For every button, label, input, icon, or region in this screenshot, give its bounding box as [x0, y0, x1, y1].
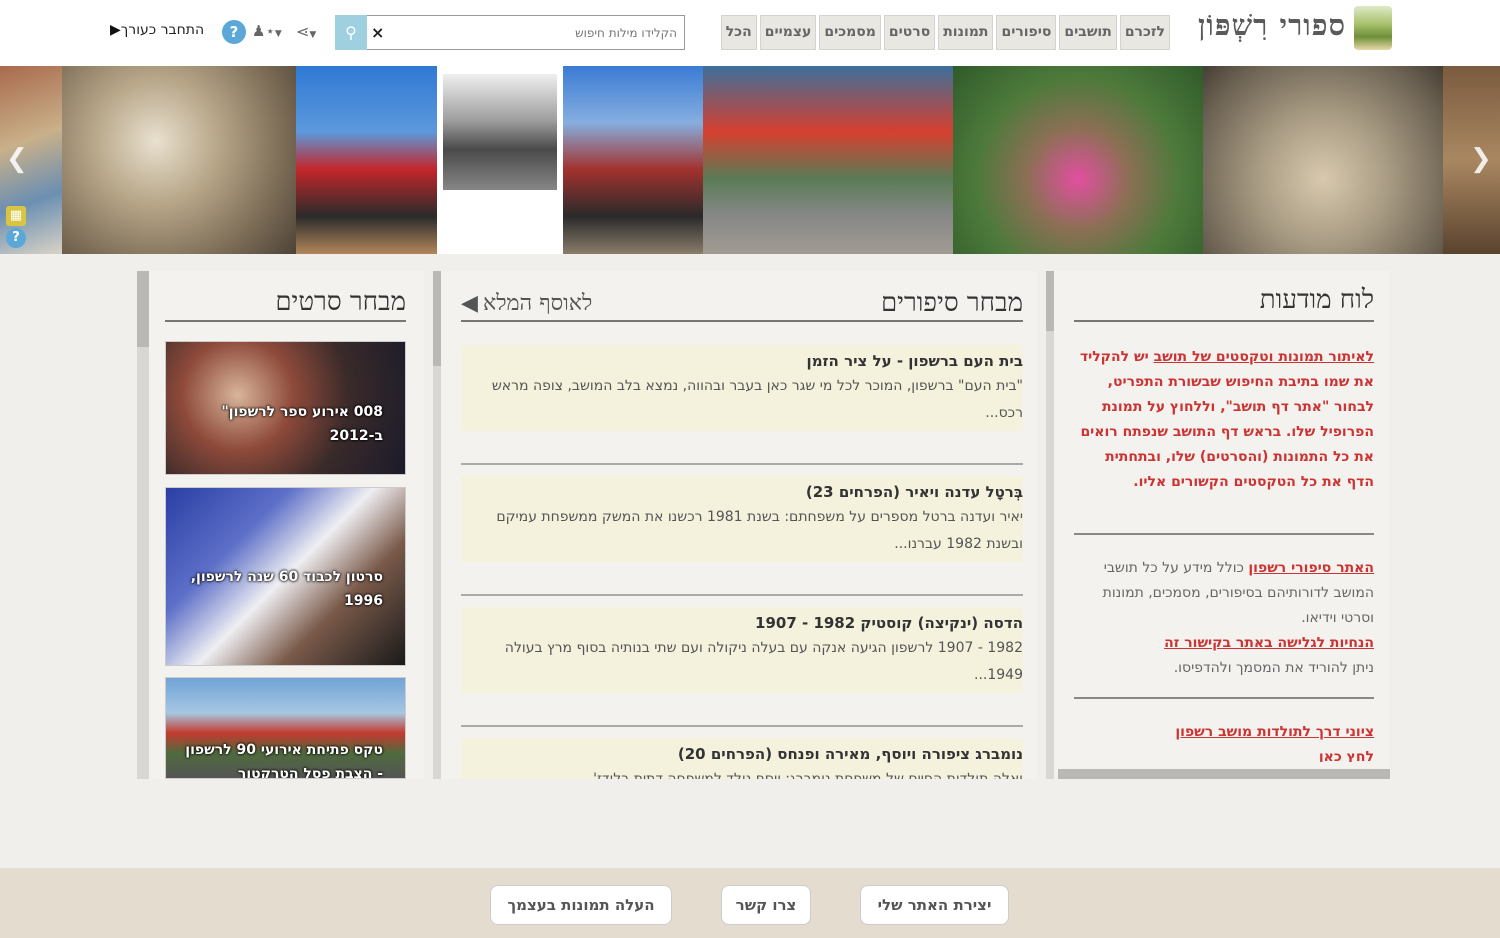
film-item[interactable]: 008 אירוע ספר לרשפון" ב-2012 — [165, 341, 406, 475]
site-title[interactable]: ספורי רִשְׁפּוֹן — [1198, 8, 1346, 43]
stories-archive-label: לאוסף המלא — [483, 291, 593, 316]
footer: יצירת האתר שלי צרו קשר העלה תמונות בעצמך — [0, 868, 1500, 938]
main-nav: לזכרם תושבים סיפורים תמונות סרטים מסמכים… — [720, 15, 1170, 50]
notice-board-hscrollbar[interactable] — [1058, 769, 1390, 779]
notice-text-guide: ניתן להוריד את המסמך ולהדפיסו. — [1173, 660, 1374, 676]
film-caption-line2: 1996 — [344, 593, 383, 609]
arrow-left-icon: ◀ — [461, 291, 478, 316]
nav-item-memorial[interactable]: לזכרם — [1119, 15, 1170, 50]
film-caption-line2: ב-2012 — [329, 428, 383, 444]
story-excerpt: "בית העם" ברשפון, המוכר לכל מי שגר כאן ב… — [491, 378, 1023, 421]
story-separator — [461, 594, 1023, 596]
notice-link-click-here[interactable]: לחץ כאן — [1319, 749, 1374, 762]
film-caption: טקס פתיחת אירועי 90 לרשפון - הצבת פסל הט… — [185, 738, 383, 779]
notice-paragraph-site: האתר סיפורי רשפון כולל מידע על כל תושבי … — [1074, 556, 1374, 681]
header: ספורי רִשְׁפּוֹן לזכרם תושבים סיפורים תמ… — [0, 0, 1500, 66]
films-underline — [165, 320, 406, 322]
search-input[interactable] — [391, 16, 681, 49]
upload-photos-button[interactable]: העלה תמונות בעצמך — [490, 885, 672, 925]
story-title[interactable]: נומברג ציפורה ויוסף, מאירה ופנחס (הפרחים… — [461, 742, 1023, 766]
play-icon: ▶ — [110, 22, 121, 38]
stories-scrollbar[interactable] — [433, 271, 441, 779]
film-item[interactable]: טקס פתיחת אירועי 90 לרשפון - הצבת פסל הט… — [165, 677, 406, 779]
films-title: מבחר סרטים — [275, 287, 406, 317]
search-clear-button[interactable]: × — [371, 23, 384, 42]
story-title[interactable]: בְּרטָל עדנה ויאיר (הפרחים 23) — [461, 480, 1023, 504]
notice-link-milestones[interactable]: ציוני דרך לתולדות מושב רשפון — [1175, 724, 1374, 740]
stories-underline — [461, 320, 1023, 322]
photo-bw-house — [443, 74, 557, 190]
chevron-down-icon: ▼ — [309, 30, 317, 40]
story-item[interactable]: בית העם ברשפון - על ציר הזמן "בית העם" ב… — [461, 345, 1023, 431]
story-excerpt: יאיר ועדנה ברטל מספרים על משפחתם: בשנת 1… — [496, 509, 1023, 552]
notice-link-residents[interactable]: לאיתור תמונות וטקסטים של תושב — [1154, 349, 1374, 365]
nav-item-photos[interactable]: תמונות — [938, 15, 994, 50]
film-caption: סרטון לכבוד 60 שנה לרשפון, 1996 — [191, 565, 383, 613]
story-item[interactable]: הדסה (ינקיצה) קוסטיק 1982 - 1907 1982 - … — [461, 607, 1023, 693]
carousel-next-arrow[interactable]: ❯ — [1470, 144, 1492, 174]
create-my-site-button[interactable]: יצירת האתר שלי — [860, 885, 1009, 925]
login-label: התחבר כעורך — [120, 22, 205, 38]
nav-item-stories[interactable]: סיפורים — [996, 15, 1057, 50]
chevron-down-icon: ▼ — [274, 29, 282, 39]
search-box: × — [366, 15, 685, 50]
contact-us-button[interactable]: צרו קשר — [721, 885, 811, 925]
notice-board-title: לוח מודעות — [1259, 285, 1374, 315]
nav-item-all[interactable]: הכל — [720, 15, 757, 50]
story-title[interactable]: הדסה (ינקיצה) קוסטיק 1982 - 1907 — [461, 611, 1023, 635]
story-excerpt: ואלה תולדות החיים של משפחת נומברג: יוסף … — [579, 771, 1023, 779]
notice-board-underline — [1074, 320, 1374, 322]
user-menu-button[interactable]: ♟⋆▼ — [252, 22, 282, 40]
photo-carousel: ❮ ❯ ▦ ? — [0, 66, 1500, 254]
carousel-photo[interactable] — [703, 66, 953, 254]
user-settings-icon: ♟⋆ — [252, 22, 275, 40]
story-excerpt: 1982 - 1907 לרשפון הגיעה אנקה עם בעלה ני… — [504, 640, 1023, 683]
notice-link-guide[interactable]: הנחיות לגלישה באתר בקישור זה — [1164, 635, 1374, 651]
story-item[interactable]: נומברג ציפורה ויוסף, מאירה ופנחס (הפרחים… — [461, 738, 1023, 779]
nav-item-personal[interactable]: עצמיים — [759, 15, 817, 50]
film-item[interactable]: סרטון לכבוד 60 שנה לרשפון, 1996 — [165, 487, 406, 666]
notice-link-site[interactable]: האתר סיפורי רשפון — [1248, 560, 1374, 576]
stories-archive-link[interactable]: לאוסף המלא ◀ — [461, 290, 592, 316]
nav-item-documents[interactable]: מסמכים — [819, 15, 881, 50]
carousel-prev-arrow[interactable]: ❮ — [6, 144, 28, 174]
carousel-photo[interactable] — [563, 66, 703, 254]
notice-board-scrollbar[interactable] — [1046, 271, 1054, 779]
notice-separator — [1074, 697, 1374, 699]
notice-paragraph-milestones: ציוני דרך לתולדות מושב רשפון לחץ כאן — [1074, 720, 1374, 762]
nav-item-residents[interactable]: תושבים — [1059, 15, 1117, 50]
share-menu-button[interactable]: ⋖▼ — [296, 22, 316, 41]
film-caption: 008 אירוע ספר לרשפון" ב-2012 — [221, 400, 383, 448]
gallery-icon[interactable]: ▦ — [6, 206, 26, 226]
films-scrollbar[interactable] — [137, 271, 149, 779]
film-caption-line1: 008 אירוע ספר לרשפון" — [221, 404, 383, 420]
film-caption-line1: טקס פתיחת אירועי 90 לרשפון — [185, 742, 383, 758]
story-title[interactable]: בית העם ברשפון - על ציר הזמן — [461, 349, 1023, 373]
notice-text-residents: יש להקליד את שמו בתיבת החיפוש שבשורת התפ… — [1079, 349, 1374, 490]
help-button[interactable]: ? — [222, 20, 246, 44]
search-icon: ⚲ — [345, 23, 357, 42]
carousel-photo[interactable] — [296, 66, 437, 254]
search-button[interactable]: ⚲ — [335, 15, 367, 50]
story-separator — [461, 463, 1023, 465]
notice-separator — [1074, 533, 1374, 535]
nav-item-films[interactable]: סרטים — [883, 15, 936, 50]
carousel-photo[interactable] — [437, 66, 563, 254]
share-icon: ⋖ — [296, 22, 310, 41]
stories-title: מבחר סיפורים — [880, 288, 1023, 318]
notice-paragraph-residents: לאיתור תמונות וטקסטים של תושב יש להקליד … — [1074, 345, 1374, 495]
carousel-photo[interactable] — [1203, 66, 1443, 254]
film-caption-line1: סרטון לכבוד 60 שנה לרשפון, — [190, 569, 383, 585]
carousel-photo[interactable] — [953, 66, 1203, 254]
help-icon[interactable]: ? — [6, 228, 26, 248]
site-logo[interactable] — [1354, 6, 1392, 50]
story-item[interactable]: בְּרטָל עדנה ויאיר (הפרחים 23) יאיר ועדנ… — [461, 476, 1023, 562]
login-button[interactable]: התחבר כעורך▶ — [106, 22, 204, 38]
film-caption-line2: - הצבת פסל הטרקטור — [237, 766, 383, 779]
carousel-photo[interactable] — [62, 66, 296, 254]
story-separator — [461, 725, 1023, 727]
